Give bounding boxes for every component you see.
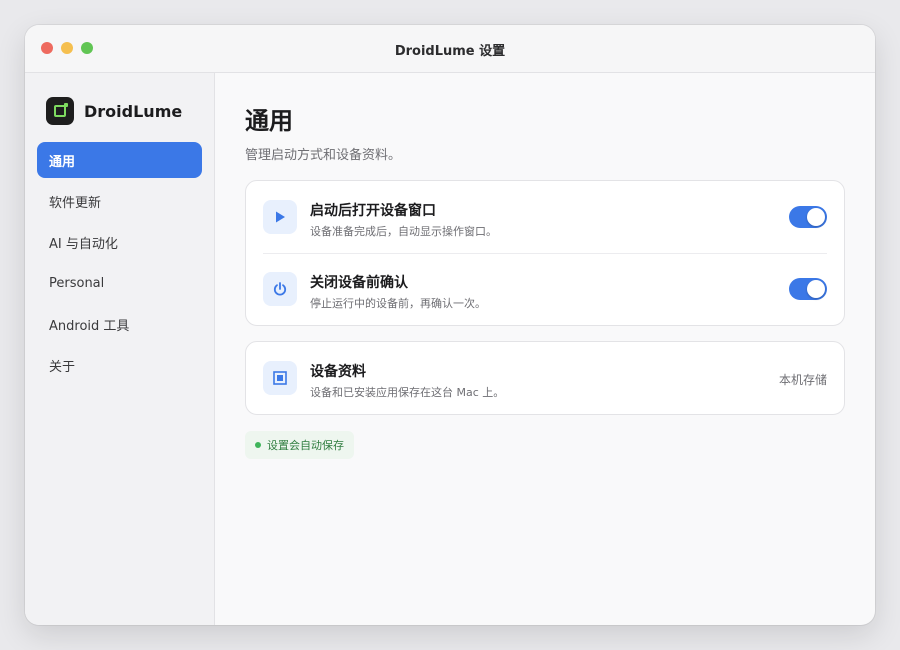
status-text: 设置会自动保存: [267, 439, 344, 452]
power-icon: [263, 272, 297, 306]
setting-title: 设备资料: [310, 364, 366, 380]
sidebar-item-label: 关于: [49, 359, 76, 375]
app-logo-icon: [46, 97, 74, 125]
setting-title: 启动后打开设备窗口: [310, 203, 436, 219]
sidebar-item-label: 通用: [49, 154, 76, 170]
sidebar-item-label: Android 工具: [49, 318, 130, 334]
toggle-knob: [807, 280, 825, 298]
play-icon: [263, 200, 297, 234]
settings-window: DroidLume 设置 DroidLume 通用 软件更新 AI 与自动化 P…: [25, 25, 875, 625]
sidebar-item-personal[interactable]: Personal: [37, 265, 202, 301]
open-window-toggle[interactable]: [789, 206, 827, 228]
page-subtitle: 管理启动方式和设备资料。: [245, 148, 402, 163]
sidebar-item-label: 软件更新: [49, 195, 102, 211]
storage-icon: [263, 361, 297, 395]
setting-row-device-data: 设备资料 设备和已安装应用保存在这台 Mac 上。 本机存储: [246, 342, 844, 414]
sidebar-item-android-tools[interactable]: Android 工具: [37, 306, 202, 342]
sidebar-item-label: Personal: [49, 275, 105, 291]
setting-row-confirm-close: 关闭设备前确认 停止运行中的设备前，再确认一次。: [246, 253, 844, 325]
setting-title: 关闭设备前确认: [310, 275, 408, 291]
status-dot-icon: [255, 442, 261, 448]
page-title: 通用: [245, 107, 293, 135]
sidebar-item-ai-automation[interactable]: AI 与自动化: [37, 224, 202, 260]
setting-description: 停止运行中的设备前，再确认一次。: [310, 297, 486, 310]
title-bar: DroidLume 设置: [25, 25, 875, 73]
launch-settings-card: 启动后打开设备窗口 设备准备完成后，自动显示操作窗口。 关闭设备前确认 停止运行…: [245, 180, 845, 326]
autosave-status-badge: 设置会自动保存: [245, 431, 354, 459]
confirm-close-toggle[interactable]: [789, 278, 827, 300]
sidebar: DroidLume 通用 软件更新 AI 与自动化 Personal Andro…: [25, 73, 215, 625]
storage-card: 设备资料 设备和已安装应用保存在这台 Mac 上。 本机存储: [245, 341, 845, 415]
main-content: 通用 管理启动方式和设备资料。 启动后打开设备窗口 设备准备完成后，自动显示操作…: [215, 73, 875, 625]
sidebar-item-software-update[interactable]: 软件更新: [37, 183, 202, 219]
setting-row-open-window: 启动后打开设备窗口 设备准备完成后，自动显示操作窗口。: [246, 181, 844, 253]
storage-location-value: 本机存储: [778, 373, 827, 387]
brand-name: DroidLume: [84, 101, 183, 121]
setting-description: 设备和已安装应用保存在这台 Mac 上。: [310, 386, 505, 399]
sidebar-item-general[interactable]: 通用: [37, 142, 202, 178]
sidebar-item-label: AI 与自动化: [49, 236, 118, 252]
toggle-knob: [807, 208, 825, 226]
sidebar-item-about[interactable]: 关于: [37, 347, 202, 383]
setting-description: 设备准备完成后，自动显示操作窗口。: [310, 225, 497, 238]
window-title: DroidLume 设置: [394, 44, 506, 59]
sidebar-nav: 通用 软件更新 AI 与自动化 Personal Android 工具 关于: [37, 142, 202, 388]
brand: DroidLume: [46, 97, 182, 125]
